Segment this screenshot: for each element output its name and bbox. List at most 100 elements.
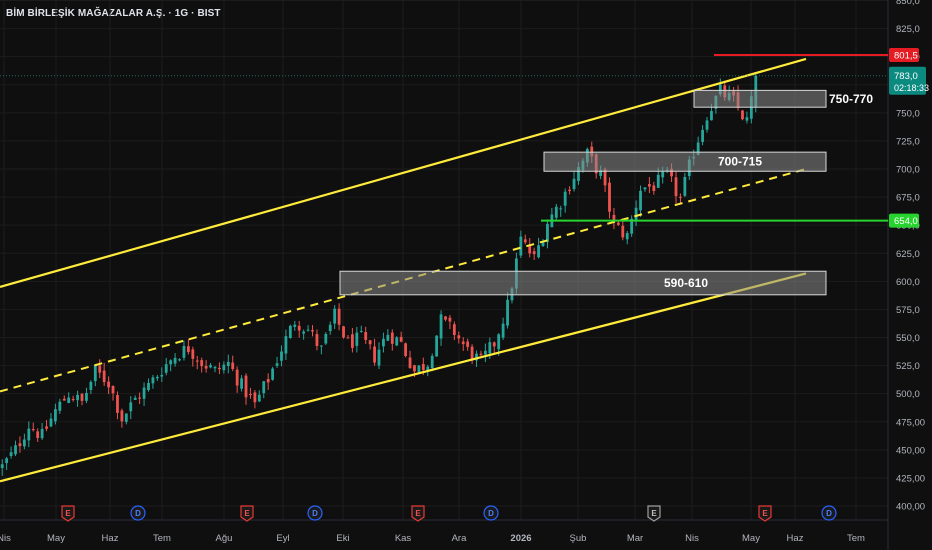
candle-body [701, 129, 704, 142]
candle [745, 111, 749, 124]
candle-body [58, 401, 62, 411]
candle-body [461, 341, 465, 345]
candle-body [280, 351, 283, 361]
candle-body [111, 386, 115, 394]
candle-body [85, 392, 88, 401]
candle [58, 398, 62, 414]
price-tag-801,5: 801,5 [889, 47, 919, 62]
candle [506, 292, 509, 329]
time-tick-label: May [47, 533, 65, 544]
candle-body [62, 398, 66, 401]
candle-body [346, 337, 350, 339]
candle-body [608, 182, 611, 212]
marker-letter: E [762, 509, 768, 518]
candle-body [705, 120, 709, 130]
candle [76, 390, 79, 407]
candle-body [647, 184, 651, 187]
candle [328, 321, 332, 335]
candle-body [408, 357, 412, 369]
candle [209, 363, 212, 369]
candle-body [661, 171, 665, 178]
candle [701, 125, 704, 146]
candle [133, 395, 137, 400]
candle [408, 350, 412, 369]
candle [568, 186, 572, 195]
candle [435, 335, 439, 357]
time-tick-label: Haz [102, 533, 119, 544]
candle [27, 421, 31, 448]
candle-body [683, 176, 687, 196]
zone-700-715: 700-715 [543, 151, 827, 172]
candle [297, 320, 301, 338]
candle [643, 187, 647, 192]
candle-body [218, 367, 221, 370]
candle-body [124, 413, 128, 422]
earnings-marker-icon: E [240, 505, 254, 522]
candle [546, 219, 549, 249]
candle-body [31, 429, 35, 431]
candle-body [355, 332, 359, 346]
candle-body [741, 110, 744, 120]
earnings-marker-icon: E [411, 505, 425, 522]
candle-body [439, 314, 443, 339]
candle-body [386, 334, 390, 341]
candle [621, 218, 625, 241]
candle-body [368, 340, 372, 345]
marker-letter: D [826, 509, 832, 518]
earnings-marker-icon: E [647, 505, 661, 522]
candle [395, 336, 399, 347]
candle [213, 365, 217, 373]
candle [386, 329, 390, 342]
candle-body [169, 360, 173, 365]
candle-body [116, 395, 119, 413]
candle [311, 325, 314, 337]
candle-body [213, 366, 217, 369]
candle [80, 393, 84, 406]
price-tick-label: 500,0 [896, 389, 920, 400]
price-tick-label: 400,00 [896, 502, 925, 513]
candle [284, 329, 288, 361]
candle-body [40, 428, 44, 439]
candle [315, 329, 319, 351]
candle [275, 356, 279, 368]
candle [346, 334, 350, 339]
candle-body [528, 245, 532, 254]
candle [266, 373, 270, 390]
candle [342, 325, 345, 339]
candle-body [563, 191, 567, 206]
candle-body [76, 394, 79, 401]
candle-body [262, 381, 266, 394]
dividend-marker-icon: D [483, 505, 499, 521]
candle-body [107, 381, 111, 388]
candle [288, 324, 292, 339]
candle-body [426, 366, 430, 371]
candle-body [479, 353, 483, 355]
candle-body [306, 329, 310, 331]
candle [253, 390, 257, 409]
candle-body [319, 345, 323, 347]
candle [160, 367, 164, 383]
candle-body [0, 464, 4, 468]
candle [120, 408, 124, 428]
candle-body [430, 355, 434, 369]
candle-body [377, 349, 381, 366]
candle [116, 391, 119, 420]
candle [537, 237, 540, 259]
zone-box [543, 151, 827, 172]
candle [147, 378, 150, 392]
price-tick-label: 850,0 [896, 0, 920, 7]
marker-letter: D [135, 509, 141, 518]
candle [36, 428, 40, 442]
candle-body [18, 443, 22, 447]
marker-letter: E [65, 509, 71, 518]
candle-body [160, 374, 164, 377]
candle-body [49, 418, 53, 427]
candle-body [54, 409, 57, 422]
candle [492, 341, 496, 354]
dividend-marker-icon: D [307, 505, 323, 521]
candle-body [288, 325, 292, 339]
candle [647, 177, 651, 194]
candle-body [572, 178, 576, 190]
candle-body [359, 331, 363, 333]
candle [528, 237, 532, 258]
